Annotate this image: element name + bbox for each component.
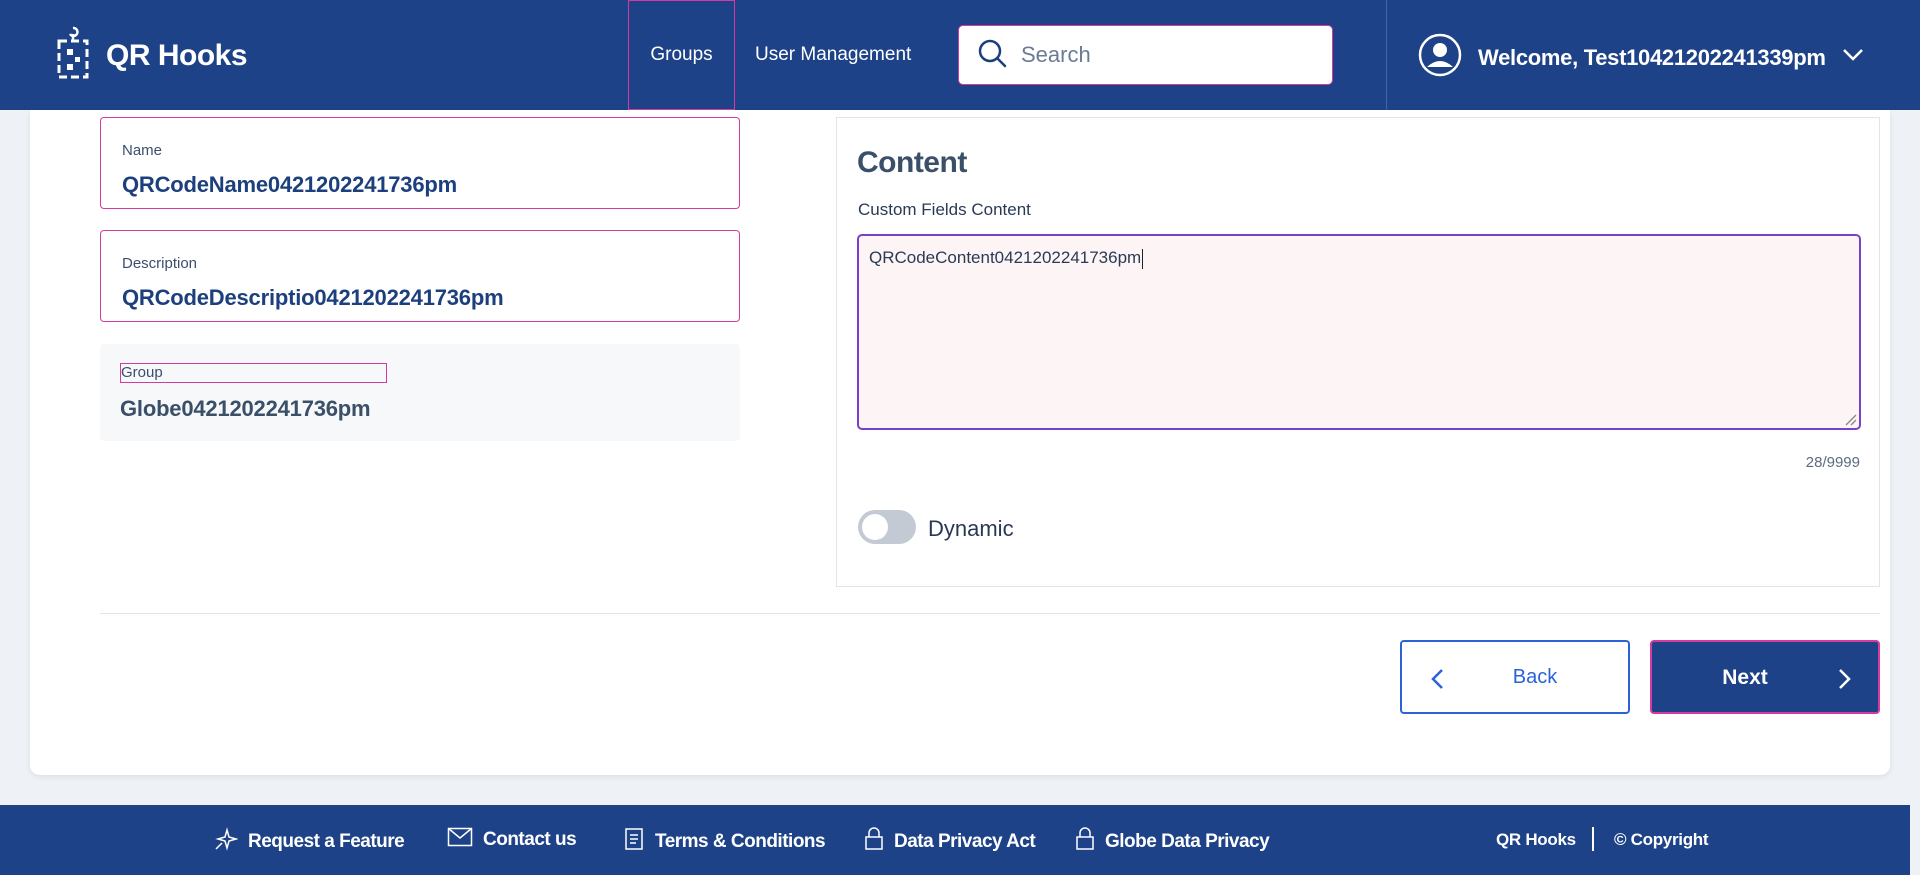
nav-user-management[interactable]: User Management [755, 0, 911, 110]
terms-link[interactable]: Terms & Conditions [623, 827, 826, 857]
toggle-knob [862, 514, 888, 540]
description-label: Description [122, 255, 198, 272]
name-field[interactable]: Name QRCodeName0421202241736pm [100, 117, 740, 209]
header-divider [1386, 0, 1387, 110]
app-name: QR Hooks [106, 38, 248, 72]
description-field[interactable]: Description QRCodeDescriptio042120224173… [100, 230, 740, 322]
group-label: Group [120, 363, 387, 383]
app-header: QR Hooks Groups User Management Welcome,… [0, 0, 1920, 110]
dynamic-label: Dynamic [928, 516, 1014, 541]
name-value[interactable]: QRCodeName0421202241736pm [122, 172, 457, 198]
user-menu[interactable]: Welcome, Test10421202241339pm [1418, 33, 1864, 82]
user-avatar-icon [1418, 33, 1462, 82]
contact-us-link[interactable]: Contact us [447, 827, 577, 853]
terms-label: Terms & Conditions [655, 831, 826, 852]
next-button[interactable]: Next [1650, 640, 1880, 714]
sparkle-icon [214, 827, 239, 857]
footer-copyright: © Copyright [1614, 830, 1709, 849]
dynamic-toggle[interactable] [858, 510, 916, 544]
resize-handle-icon[interactable] [1843, 412, 1857, 426]
search-input[interactable] [1021, 42, 1321, 68]
search-box[interactable] [958, 25, 1333, 85]
app-logo[interactable]: QR Hooks [56, 26, 248, 85]
search-icon [977, 38, 1007, 73]
group-field: Group Globe0421202241736pm [100, 344, 740, 441]
nav-groups[interactable]: Groups [628, 0, 735, 110]
content-title: Content [857, 146, 967, 179]
app-footer: Request a Feature Contact us Terms & Con… [0, 805, 1910, 875]
request-feature-label: Request a Feature [248, 831, 405, 852]
footer-separator [1592, 827, 1594, 851]
char-counter: 28/9999 [1805, 454, 1860, 471]
form-card: Name QRCodeName0421202241736pm Descripti… [30, 110, 1890, 775]
card-divider [100, 613, 1880, 614]
request-feature-link[interactable]: Request a Feature [214, 827, 405, 857]
mail-icon [447, 827, 473, 853]
back-button[interactable]: Back [1400, 640, 1630, 714]
group-value: Globe0421202241736pm [120, 396, 371, 421]
custom-fields-textarea[interactable]: QRCodeContent0421202241736pm [857, 234, 1861, 430]
globe-data-privacy-link[interactable]: Globe Data Privacy [1075, 827, 1270, 857]
lock-icon [864, 827, 884, 857]
data-privacy-act-label: Data Privacy Act [894, 831, 1036, 852]
back-label: Back [1512, 666, 1558, 688]
globe-data-privacy-label: Globe Data Privacy [1105, 831, 1270, 852]
qr-hook-logo-icon [56, 26, 90, 85]
contact-us-label: Contact us [483, 829, 577, 850]
custom-fields-label: Custom Fields Content [858, 200, 1031, 219]
name-label: Name [122, 142, 163, 159]
document-icon [623, 827, 645, 857]
content-panel: Content Custom Fields Content QRCodeCont… [836, 117, 1880, 587]
textarea-value: QRCodeContent0421202241736pm [869, 248, 1144, 269]
welcome-text: Welcome, Test10421202241339pm [1478, 44, 1826, 70]
next-label: Next [1722, 666, 1768, 689]
chevron-right-icon [1838, 668, 1852, 696]
description-value[interactable]: QRCodeDescriptio0421202241736pm [122, 285, 504, 311]
lock-icon [1075, 827, 1095, 857]
data-privacy-act-link[interactable]: Data Privacy Act [864, 827, 1036, 857]
chevron-down-icon[interactable] [1842, 48, 1864, 67]
footer-brand: QR Hooks [1496, 830, 1576, 849]
